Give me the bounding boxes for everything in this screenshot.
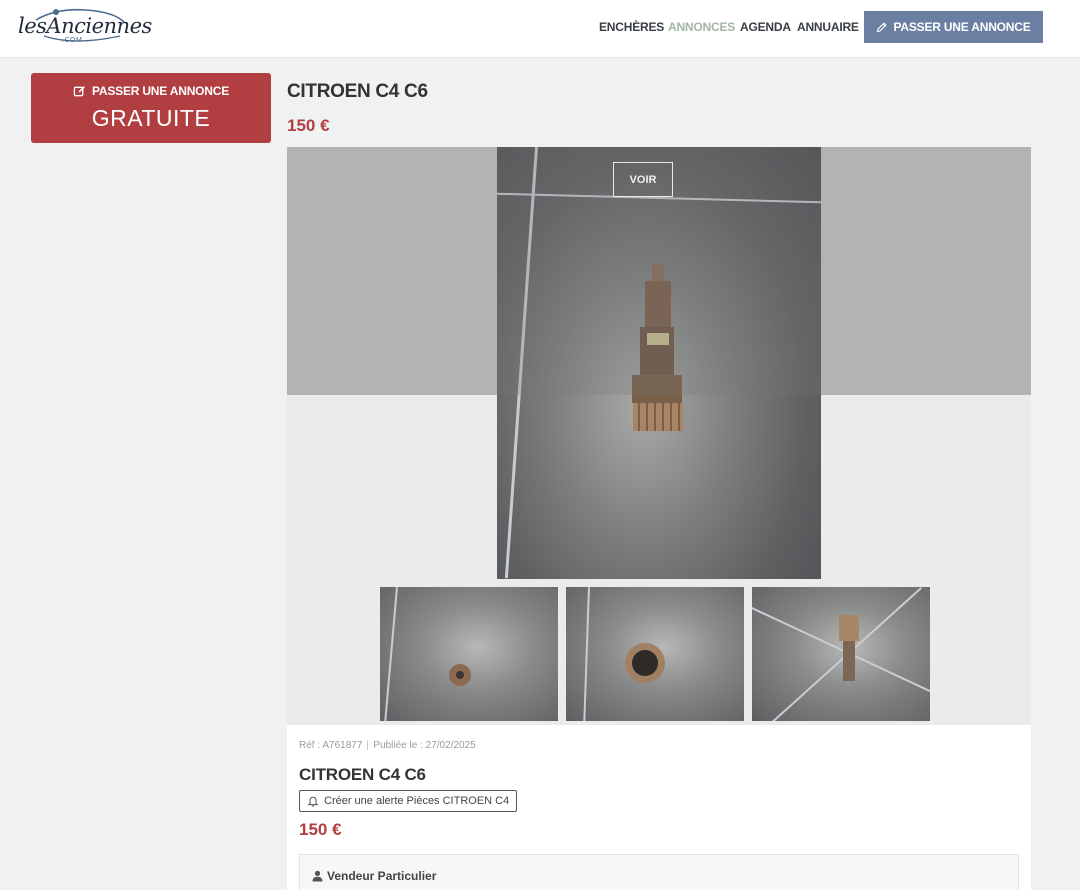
site-logo[interactable]: lesAnciennes .COM	[16, 6, 152, 52]
logo-subtext: .COM	[62, 37, 83, 44]
photo-gallery: VOIR	[287, 147, 1031, 725]
listing-title-detail: CITROEN C4 C6	[299, 765, 426, 784]
create-alert-button[interactable]: Créer une alerte Pièces CITROEN C4	[299, 790, 518, 812]
listing-price: 150 €	[287, 116, 330, 135]
promo-line2: GRATUITE	[91, 105, 211, 131]
listing-price-detail: 150 €	[299, 820, 342, 839]
gear-end-image	[449, 664, 471, 686]
user-icon	[312, 870, 323, 882]
nav-annuaire[interactable]: ANNUAIRE	[797, 20, 859, 34]
edit-square-icon	[73, 85, 85, 96]
seller-box: Vendeur Particulier	[299, 854, 1019, 890]
listing-title: CITROEN C4 C6	[287, 81, 428, 102]
main-photo[interactable]: VOIR	[497, 147, 821, 579]
post-ad-button-label: PASSER UNE ANNONCE	[893, 20, 1031, 34]
post-ad-button[interactable]: PASSER UNE ANNONCE	[864, 11, 1043, 43]
thumbnail-2[interactable]	[566, 587, 744, 721]
nav-agenda[interactable]: AGENDA	[740, 20, 791, 34]
seller-type: Vendeur Particulier	[327, 869, 437, 883]
promo-line1: PASSER UNE ANNONCE	[91, 84, 230, 98]
thumbnail-1[interactable]	[380, 587, 558, 721]
gear-ring-image	[625, 643, 665, 683]
pencil-icon	[877, 21, 888, 32]
nav-encheres[interactable]: ENCHÈRES	[599, 20, 664, 34]
promo-heading: PASSER UNE ANNONCE	[31, 84, 271, 98]
seller-heading: Vendeur Particulier	[312, 869, 436, 883]
listing-meta: Réf : A761877 Publiée le : 27/02/2025	[299, 740, 476, 751]
gear-shaft-angle-image	[839, 615, 859, 681]
view-photos-button[interactable]: VOIR	[613, 162, 673, 197]
free-ad-promo-button[interactable]: PASSER UNE ANNONCE GRATUITE	[31, 73, 271, 143]
logo-text: lesAnciennes	[18, 14, 152, 38]
reference: Réf : A761877	[299, 740, 363, 751]
site-header: lesAnciennes .COM ENCHÈRES ANNONCES AGEN…	[0, 0, 1080, 58]
published-date: Publiée le : 27/02/2025	[373, 740, 476, 751]
create-alert-label: Créer une alerte Pièces CITROEN C4	[324, 795, 510, 807]
listing-details: Réf : A761877 Publiée le : 27/02/2025 CIT…	[287, 725, 1031, 890]
nav-annonces[interactable]: ANNONCES	[668, 20, 735, 34]
thumbnail-3[interactable]	[752, 587, 930, 721]
meta-separator	[367, 740, 369, 751]
bell-icon	[307, 796, 319, 807]
